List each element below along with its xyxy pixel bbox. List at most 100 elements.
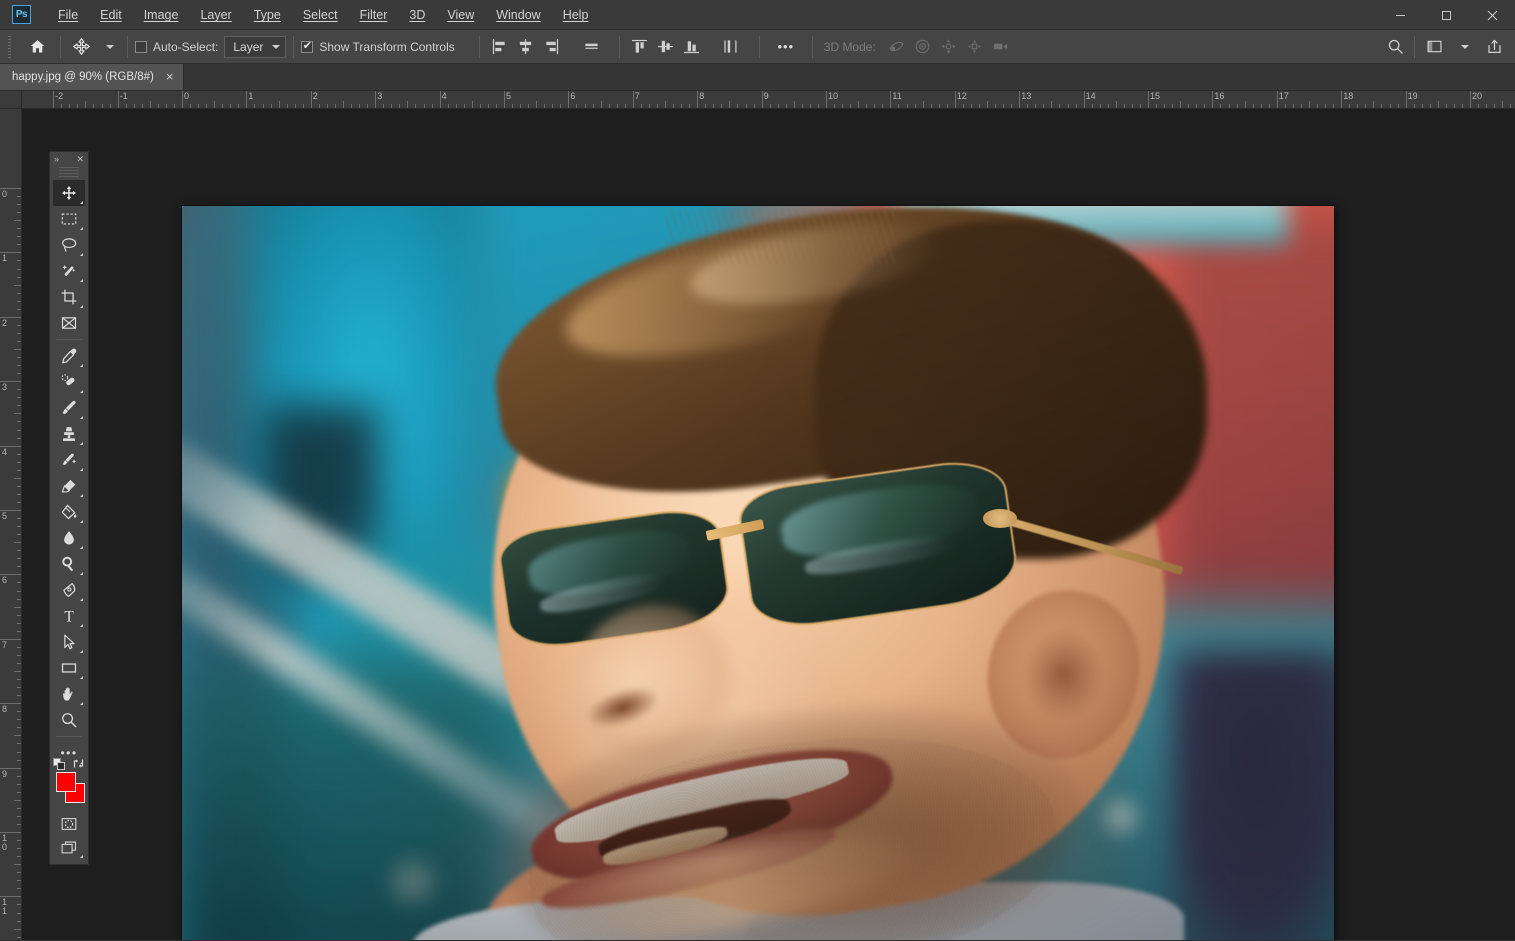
menu-view[interactable]: View — [436, 0, 485, 29]
ruler-subtick — [415, 104, 417, 108]
tool-frame[interactable] — [53, 310, 85, 336]
menu-type[interactable]: Type — [243, 0, 292, 29]
tool-object-selection[interactable] — [53, 258, 85, 284]
ruler-label-v: 9 — [2, 768, 8, 779]
align-vertical-centers-icon — [658, 40, 674, 53]
ruler-subtick — [1196, 104, 1198, 108]
minimize-button[interactable] — [1377, 0, 1423, 30]
ruler-subtick — [898, 104, 900, 108]
ruler-subtick — [850, 104, 852, 108]
ruler-subtick — [616, 104, 618, 108]
ruler-tick — [1470, 91, 1471, 108]
crop-icon — [61, 289, 77, 305]
menu-image[interactable]: Image — [133, 0, 190, 29]
align-right-edges-button[interactable] — [539, 34, 565, 60]
more-options-button[interactable]: ••• — [773, 34, 799, 60]
ruler-subtick — [85, 101, 87, 108]
menu-filter[interactable]: Filter — [349, 0, 399, 29]
tool-clone-stamp[interactable] — [53, 421, 85, 447]
share-button[interactable] — [1481, 34, 1507, 60]
menu-window[interactable]: Window — [485, 0, 551, 29]
search-button[interactable] — [1382, 34, 1408, 60]
tool-pen[interactable] — [53, 577, 85, 603]
menu-file[interactable]: File — [47, 0, 89, 29]
tool-move[interactable] — [53, 180, 85, 206]
document-tab-close-icon[interactable]: × — [164, 70, 176, 83]
ruler-subtick — [793, 101, 795, 108]
collapse-panel-icon[interactable]: » — [54, 154, 59, 164]
close-panel-icon[interactable]: ✕ — [76, 154, 84, 164]
auto-select-group[interactable]: Auto-Select: — [135, 40, 218, 54]
ruler-subtick — [61, 104, 63, 108]
tool-history-brush[interactable] — [53, 447, 85, 473]
document-tab-happy-jpg[interactable]: happy.jpg @ 90% (RGB/8#) × — [0, 63, 185, 90]
distribute-vertically-button[interactable] — [719, 34, 745, 60]
tool-lasso[interactable] — [53, 232, 85, 258]
active-tool-button[interactable] — [68, 34, 94, 60]
menu-edit[interactable]: Edit — [89, 0, 133, 29]
image-canvas[interactable] — [182, 206, 1334, 940]
workspace-chevron-button[interactable] — [1449, 34, 1475, 60]
align-top-edges-button[interactable] — [627, 34, 653, 60]
close-button[interactable] — [1469, 0, 1515, 30]
ruler-label-v: 3 — [2, 382, 8, 393]
align-left-edges-button[interactable] — [487, 34, 513, 60]
maximize-button[interactable] — [1423, 0, 1469, 30]
vertical-ruler[interactable]: 0123456789101112 — [0, 109, 22, 940]
tool-spot-healing-brush[interactable] — [53, 369, 85, 395]
tool-crop[interactable] — [53, 284, 85, 310]
home-button[interactable] — [24, 34, 50, 60]
workspace-switcher-button[interactable] — [1421, 34, 1447, 60]
tool-zoom[interactable] — [53, 707, 85, 733]
tool-horizontal-type[interactable]: T — [53, 603, 85, 629]
tool-preset-chevron[interactable] — [94, 34, 120, 60]
tool-dodge[interactable] — [53, 551, 85, 577]
screen-mode-button[interactable] — [53, 836, 85, 860]
quick-mask-button[interactable] — [53, 812, 85, 836]
align-vertical-centers-button[interactable] — [653, 34, 679, 60]
menu-view-label: View — [447, 7, 475, 22]
ruler-subtick — [262, 104, 264, 108]
document-tab-title: happy.jpg @ 90% (RGB/8#) — [12, 70, 154, 83]
auto-select-checkbox[interactable] — [135, 40, 147, 53]
swap-colors-icon[interactable] — [72, 757, 85, 773]
ruler-subtick — [133, 104, 135, 108]
tool-blur[interactable] — [53, 525, 85, 551]
ruler-tick — [0, 703, 21, 705]
show-transform-controls-checkbox[interactable] — [301, 40, 314, 53]
tool-brush[interactable] — [53, 395, 85, 421]
tools-divider — [56, 736, 82, 737]
menu-select[interactable]: Select — [292, 0, 349, 29]
tool-path-selection[interactable] — [53, 629, 85, 655]
tool-gradient[interactable] — [53, 499, 85, 525]
ruler-tick — [1276, 91, 1278, 108]
ruler-label-v: 2 — [2, 317, 8, 328]
menu-3d[interactable]: 3D — [398, 0, 436, 29]
align-horizontal-centers-button[interactable] — [513, 34, 539, 60]
tool-rectangle[interactable] — [53, 655, 85, 681]
ruler-label-h: -1 — [119, 91, 128, 101]
foreground-color-swatch[interactable] — [56, 772, 76, 792]
tools-panel-grip[interactable] — [59, 167, 79, 177]
tool-hand[interactable] — [53, 681, 85, 707]
auto-select-scope-dropdown[interactable]: Layer — [224, 35, 287, 58]
horizontal-ruler[interactable]: -2 -1 0 1 2 3 4 5 6 7 8 9 10 11 12 13 14 15 16 17 18 19 20 — [22, 91, 1515, 109]
distribute-horizontally-button[interactable] — [579, 34, 605, 60]
tool-eyedropper[interactable] — [53, 343, 85, 369]
menu-help[interactable]: Help — [552, 0, 600, 29]
drag-3d-icon — [941, 39, 956, 54]
ruler-subtick — [17, 558, 21, 560]
show-transform-controls-label: Show Transform Controls — [319, 39, 455, 54]
menu-layer[interactable]: Layer — [189, 0, 242, 29]
ruler-corner[interactable] — [0, 91, 22, 109]
tool-flyout-indicator — [80, 253, 83, 256]
photoshop-logo-icon: Ps — [12, 5, 31, 24]
align-bottom-edges-button[interactable] — [679, 34, 705, 60]
show-transform-controls-group[interactable]: Show Transform Controls — [301, 39, 455, 54]
ruler-subtick — [1502, 101, 1504, 108]
tool-rectangular-marquee[interactable] — [53, 206, 85, 232]
options-bar-grip[interactable] — [6, 35, 15, 58]
tool-eraser[interactable] — [53, 473, 85, 499]
canvas-scroll-area[interactable] — [22, 109, 1515, 940]
ruler-tick — [1083, 91, 1085, 108]
